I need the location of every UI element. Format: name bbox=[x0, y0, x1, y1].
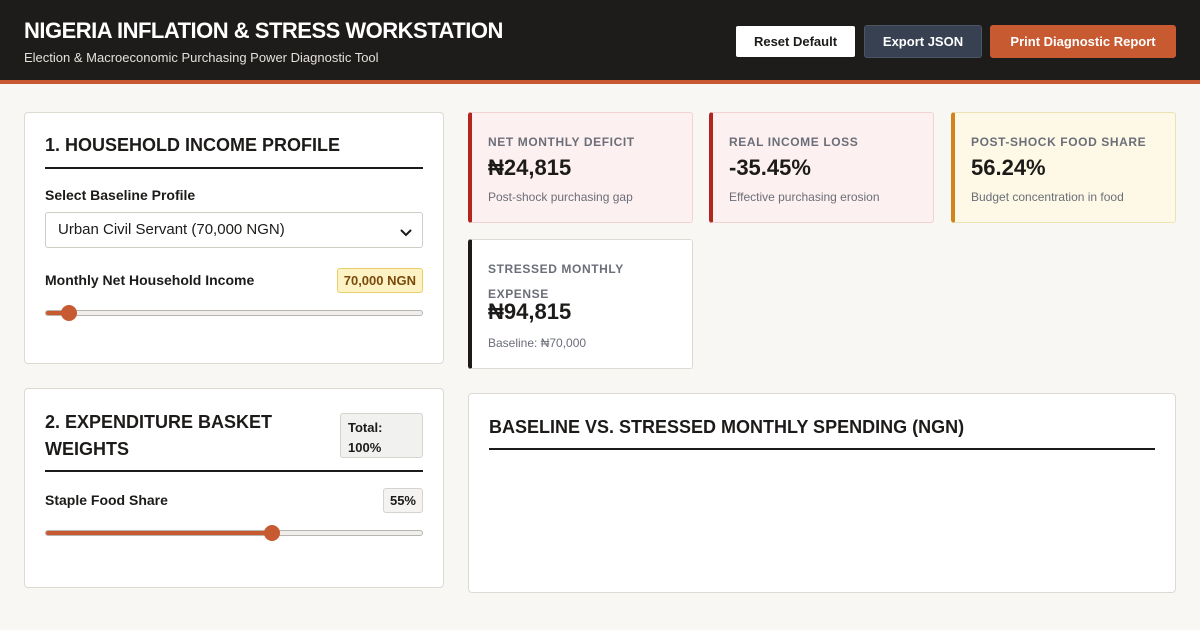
stressed-expense-value: ₦94,815 bbox=[488, 299, 572, 324]
income-panel-title: 1. HOUSEHOLD INCOME PROFILE bbox=[45, 135, 341, 155]
income-panel-divider bbox=[45, 167, 423, 169]
staple-food-slider-thumb[interactable] bbox=[263, 525, 280, 541]
net-deficit-value: ₦24,815 bbox=[488, 155, 572, 180]
income-slider-thumb[interactable] bbox=[60, 305, 77, 321]
expenditure-basket-panel: 2. EXPENDITURE BASKET WEIGHTS Total: 100… bbox=[24, 388, 444, 588]
reset-default-button[interactable]: Reset Default bbox=[735, 25, 856, 58]
basket-panel-divider bbox=[45, 470, 423, 472]
staple-food-slider[interactable] bbox=[45, 525, 423, 541]
basket-total-badge: Total: 100% bbox=[340, 413, 423, 458]
net-deficit-sub: Post-shock purchasing gap bbox=[488, 190, 633, 204]
staple-food-badge: 55% bbox=[382, 488, 423, 513]
stressed-expense-sub: Baseline: ₦70,000 bbox=[488, 336, 587, 350]
staple-food-slider-fill bbox=[46, 531, 272, 535]
spending-chart-panel: BASELINE VS. STRESSED MONTHLY SPENDING (… bbox=[468, 393, 1176, 593]
real-income-loss-label: REAL INCOME LOSS bbox=[729, 135, 859, 149]
app-title: NIGERIA INFLATION & STRESS WORKSTATION bbox=[24, 18, 503, 43]
food-share-card: POST-SHOCK FOOD SHARE 56.24% Budget conc… bbox=[951, 112, 1176, 223]
real-income-loss-value: -35.45% bbox=[729, 155, 811, 180]
income-value-badge: 70,000 NGN bbox=[336, 268, 423, 293]
profile-select-label: Select Baseline Profile bbox=[45, 187, 196, 203]
real-income-loss-sub: Effective purchasing erosion bbox=[729, 190, 880, 204]
food-share-label: POST-SHOCK FOOD SHARE bbox=[971, 135, 1147, 149]
household-income-panel: 1. HOUSEHOLD INCOME PROFILE Select Basel… bbox=[24, 112, 444, 364]
baseline-profile-select[interactable]: Urban Civil Servant (70,000 NGN) bbox=[45, 212, 423, 248]
basket-total-label: Total: bbox=[348, 420, 383, 435]
basket-panel-title: 2. EXPENDITURE BASKET WEIGHTS bbox=[45, 412, 273, 459]
net-deficit-label: NET MONTHLY DEFICIT bbox=[488, 135, 635, 149]
net-deficit-card: NET MONTHLY DEFICIT ₦24,815 Post-shock p… bbox=[468, 112, 693, 223]
chevron-down-icon bbox=[400, 225, 412, 242]
print-report-button[interactable]: Print Diagnostic Report bbox=[990, 25, 1176, 58]
export-json-button[interactable]: Export JSON bbox=[864, 25, 982, 58]
income-slider-label: Monthly Net Household Income bbox=[45, 272, 255, 288]
chart-panel-divider bbox=[489, 448, 1155, 450]
chart-panel-title: BASELINE VS. STRESSED MONTHLY SPENDING (… bbox=[489, 417, 965, 437]
food-share-sub: Budget concentration in food bbox=[971, 190, 1124, 204]
stressed-expense-card: STRESSED MONTHLY EXPENSE ₦94,815 Baselin… bbox=[468, 239, 693, 369]
staple-food-label: Staple Food Share bbox=[45, 492, 168, 508]
food-share-value: 56.24% bbox=[971, 155, 1046, 180]
income-slider[interactable] bbox=[45, 305, 423, 321]
profile-select-value: Urban Civil Servant (70,000 NGN) bbox=[58, 221, 285, 238]
app-subtitle: Election & Macroeconomic Purchasing Powe… bbox=[24, 50, 379, 65]
basket-total-value: 100% bbox=[348, 440, 382, 455]
top-header: NIGERIA INFLATION & STRESS WORKSTATION E… bbox=[0, 0, 1200, 84]
real-income-loss-card: REAL INCOME LOSS -35.45% Effective purch… bbox=[709, 112, 934, 223]
